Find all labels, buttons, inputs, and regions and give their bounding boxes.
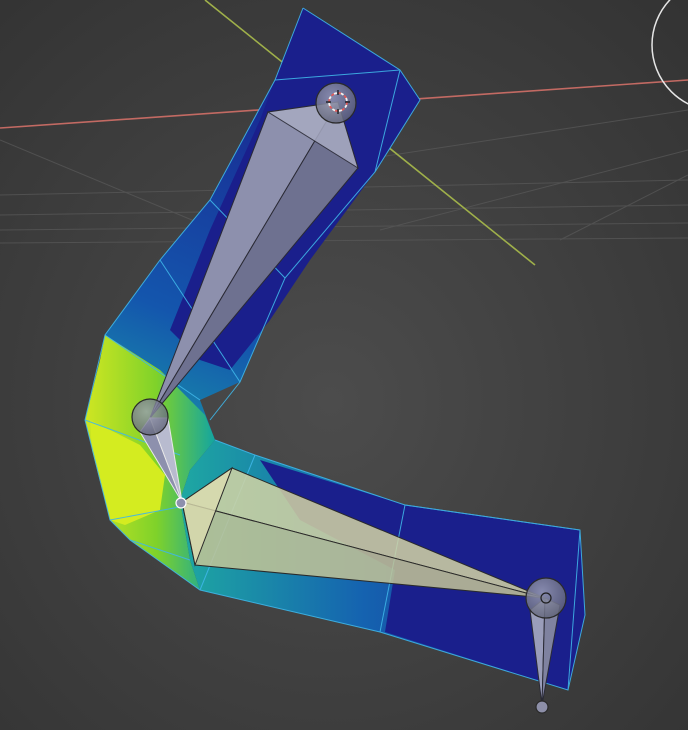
joint-head-upper[interactable]: [315, 82, 357, 124]
joint-tip[interactable]: [535, 700, 549, 714]
joint-lower-start[interactable]: [175, 497, 187, 509]
joint-elbow[interactable]: [131, 398, 169, 436]
viewport-3d[interactable]: [0, 0, 688, 730]
joint-wrist[interactable]: [525, 577, 567, 619]
